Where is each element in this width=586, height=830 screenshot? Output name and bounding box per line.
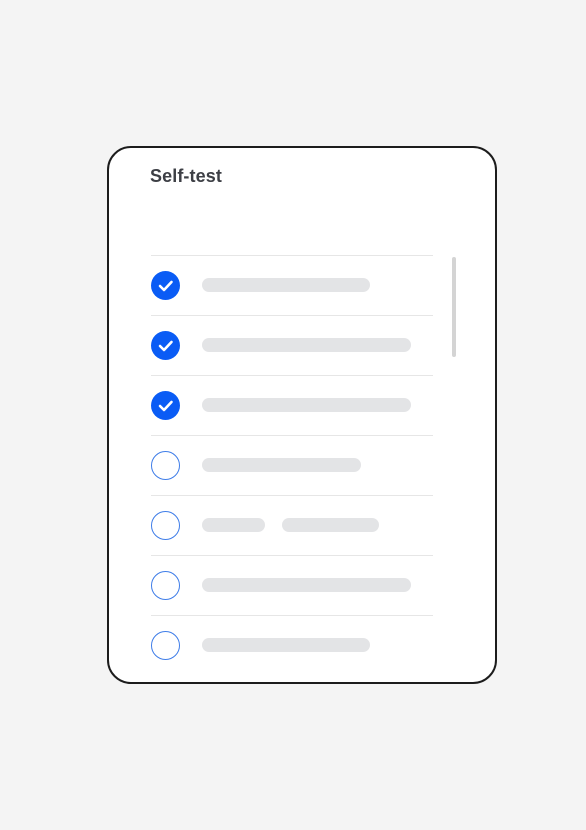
- text-placeholder-bar: [202, 458, 361, 472]
- checklist: [151, 255, 433, 675]
- empty-circle-icon[interactable]: [151, 571, 180, 600]
- empty-circle-icon[interactable]: [151, 451, 180, 480]
- text-placeholder-bar: [282, 518, 379, 532]
- text-placeholder-bar: [202, 338, 411, 352]
- check-circle-icon[interactable]: [151, 391, 180, 420]
- self-test-card: Self-test: [107, 146, 497, 684]
- checklist-item[interactable]: [151, 375, 433, 435]
- checklist-item[interactable]: [151, 435, 433, 495]
- check-circle-icon[interactable]: [151, 271, 180, 300]
- checklist-item[interactable]: [151, 315, 433, 375]
- card-title: Self-test: [150, 166, 222, 186]
- text-placeholder-bar: [202, 398, 411, 412]
- text-placeholder-bar: [202, 578, 411, 592]
- checklist-item[interactable]: [151, 255, 433, 315]
- checklist-item[interactable]: [151, 555, 433, 615]
- scrollbar-thumb[interactable]: [452, 257, 456, 357]
- text-placeholder-bar: [202, 638, 370, 652]
- check-circle-icon[interactable]: [151, 331, 180, 360]
- page: { "dialog": { "title": "Self-test" }, "c…: [0, 0, 586, 830]
- empty-circle-icon[interactable]: [151, 511, 180, 540]
- empty-circle-icon[interactable]: [151, 631, 180, 660]
- text-placeholder-bar: [202, 518, 265, 532]
- checklist-item[interactable]: [151, 615, 433, 675]
- text-placeholder-bar: [202, 278, 370, 292]
- checklist-item[interactable]: [151, 495, 433, 555]
